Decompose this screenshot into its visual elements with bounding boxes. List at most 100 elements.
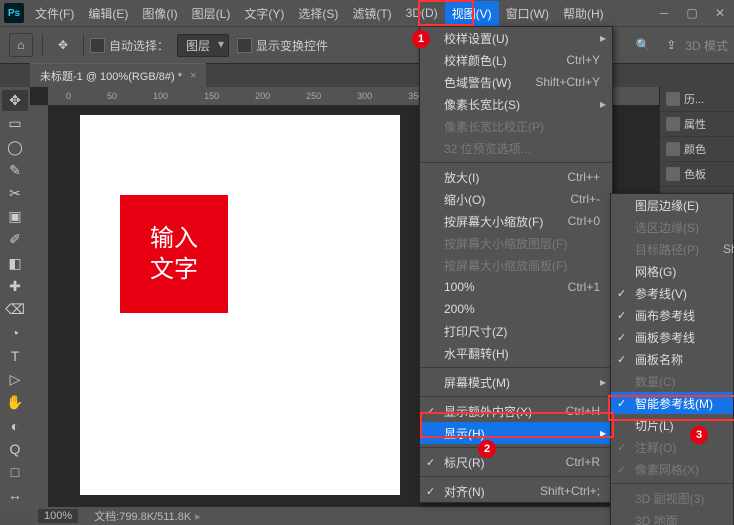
menu-item[interactable]: 200% — [420, 298, 612, 320]
menu-filter[interactable]: 滤镜(T) — [345, 1, 398, 26]
menu-select[interactable]: 选择(S) — [291, 1, 345, 26]
menu-item[interactable]: ✓显示额外内容(X)Ctrl+H — [420, 400, 612, 422]
show-submenu: 图层边缘(E)选区边缘(S)目标路径(P)Shift+网格(G)✓参考线(V)✓… — [610, 193, 734, 525]
history-icon — [666, 92, 680, 106]
panel-color[interactable]: 颜色 — [660, 137, 734, 162]
menu-item[interactable]: 屏幕模式(M) — [420, 371, 612, 393]
submenu-item[interactable]: ✓画板名称 — [611, 348, 733, 370]
submenu-item[interactable]: 切片(L) — [611, 414, 733, 436]
tool-wand[interactable]: ✎ — [2, 160, 28, 181]
menu-window[interactable]: 窗口(W) — [499, 1, 556, 26]
submenu-item[interactable]: ✓画板参考线 — [611, 326, 733, 348]
tool-screen[interactable]: □ — [2, 462, 28, 483]
menu-3d[interactable]: 3D(D) — [399, 2, 445, 24]
maximize-icon[interactable]: ▢ — [678, 0, 706, 26]
menu-item[interactable]: 校样设置(U) — [420, 27, 612, 49]
menu-item: 按屏幕大小缩放画板(F) — [420, 254, 612, 276]
properties-icon — [666, 117, 680, 131]
panel-properties[interactable]: 属性 — [660, 112, 734, 137]
tool-zoom[interactable]: ◐ — [2, 415, 28, 436]
menu-item[interactable]: 显示(H) — [420, 422, 612, 444]
zoom-level[interactable]: 100% — [38, 509, 78, 523]
home-icon[interactable]: ⌂ — [9, 33, 33, 57]
submenu-item[interactable]: ✓参考线(V) — [611, 282, 733, 304]
minimize-icon[interactable]: ─ — [650, 0, 678, 26]
ruler-vertical — [30, 105, 48, 507]
tool-heal[interactable]: ◧ — [2, 253, 28, 274]
show-transform-checkbox[interactable] — [237, 38, 252, 53]
menu-item: 按屏幕大小缩放图层(F) — [420, 232, 612, 254]
options-bar: ⌂ ✥ 自动选择： 图层 显示变换控件 🔍 ⇪ 3D 模式 — [0, 26, 734, 64]
menu-view[interactable]: 视图(V) — [445, 1, 499, 26]
menu-item[interactable]: ✓标尺(R)Ctrl+R — [420, 451, 612, 473]
close-tab-icon[interactable]: × — [190, 70, 196, 82]
menu-item[interactable]: 按屏幕大小缩放(F)Ctrl+0 — [420, 210, 612, 232]
auto-select-label: 自动选择： — [109, 37, 169, 54]
tool-path[interactable]: ▷ — [2, 369, 28, 390]
swatches-icon — [666, 167, 680, 181]
menu-item: 32 位预览选项... — [420, 137, 612, 159]
panel-history[interactable]: 历... — [660, 87, 734, 112]
toolbox: ✥ ▭ ◯ ✎ ✂ ▣ ✐ ◧ ✚ ⌫ ◔ T ▷ ✋ ◐ Q □ ↔ — [0, 87, 30, 507]
menu-item[interactable]: 水平翻转(H) — [420, 342, 612, 364]
submenu-item[interactable]: 网格(G) — [611, 260, 733, 282]
close-icon[interactable]: ✕ — [706, 0, 734, 26]
menu-item[interactable]: 校样颜色(L)Ctrl+Y — [420, 49, 612, 71]
search-icon[interactable]: 🔍 — [632, 34, 654, 56]
tool-eyedropper[interactable]: ✐ — [2, 229, 28, 250]
menu-item[interactable]: 打印尺寸(Z) — [420, 320, 612, 342]
submenu-item[interactable]: 图层边缘(E) — [611, 194, 733, 216]
tool-eraser[interactable]: ⌫ — [2, 299, 28, 320]
tool-frame[interactable]: ▣ — [2, 206, 28, 227]
mode-3d-label: 3D 模式 — [685, 37, 728, 54]
menu-file[interactable]: 文件(F) — [28, 1, 81, 26]
marker-2: 2 — [478, 440, 496, 458]
submenu-item: ✓像素网格(X) — [611, 458, 733, 480]
menu-item[interactable]: 像素长宽比(S) — [420, 93, 612, 115]
menu-type[interactable]: 文字(Y) — [237, 1, 291, 26]
marker-1: 1 — [412, 30, 430, 48]
tool-brush[interactable]: ✚ — [2, 276, 28, 297]
auto-select-target[interactable]: 图层 — [177, 34, 229, 57]
menu-image[interactable]: 图像(I) — [135, 1, 184, 26]
menu-item: 像素长宽比校正(P) — [420, 115, 612, 137]
tool-gradient[interactable]: ◔ — [2, 322, 28, 343]
menu-item[interactable]: 放大(I)Ctrl++ — [420, 166, 612, 188]
menubar: Ps 文件(F) 编辑(E) 图像(I) 图层(L) 文字(Y) 选择(S) 滤… — [0, 0, 734, 26]
marker-3: 3 — [690, 426, 708, 444]
tool-marquee[interactable]: ▭ — [2, 113, 28, 134]
chevron-right-icon[interactable]: ▸ — [195, 510, 201, 523]
tool-hand[interactable]: ✋ — [2, 392, 28, 413]
doc-tab[interactable]: 未标题-1 @ 100%(RGB/8#) * × — [30, 63, 206, 88]
submenu-item[interactable]: ✓画布参考线 — [611, 304, 733, 326]
canvas[interactable]: 输入 文字 — [80, 115, 400, 495]
doc-tab-title: 未标题-1 @ 100%(RGB/8#) * — [40, 68, 182, 84]
submenu-item: 数量(C) — [611, 370, 733, 392]
tool-lasso[interactable]: ◯ — [2, 136, 28, 157]
submenu-item[interactable]: ✓智能参考线(M) — [611, 392, 733, 414]
tool-type[interactable]: T — [2, 345, 28, 366]
show-transform-label: 显示变换控件 — [256, 37, 328, 54]
panel-swatches[interactable]: 色板 — [660, 162, 734, 187]
menu-item[interactable]: ✓对齐(N)Shift+Ctrl+; — [420, 480, 612, 502]
menu-item[interactable]: 色域警告(W)Shift+Ctrl+Y — [420, 71, 612, 93]
tool-move[interactable]: ✥ — [2, 90, 28, 111]
submenu-item: 3D 副视图(3) — [611, 487, 733, 509]
menu-help[interactable]: 帮助(H) — [556, 1, 611, 26]
color-icon — [666, 142, 680, 156]
menu-item[interactable]: 100%Ctrl+1 — [420, 276, 612, 298]
menu-item[interactable]: 缩小(O)Ctrl+- — [420, 188, 612, 210]
tool-crop[interactable]: ✂ — [2, 183, 28, 204]
menu-edit[interactable]: 编辑(E) — [81, 1, 135, 26]
submenu-item: ✓注释(O) — [611, 436, 733, 458]
auto-select-checkbox[interactable] — [90, 38, 105, 53]
menu-layer[interactable]: 图层(L) — [185, 1, 238, 26]
doc-size: 文档:799.8K/511.8K — [94, 508, 191, 524]
text-layer[interactable]: 输入 文字 — [120, 195, 228, 313]
tool-quickmask[interactable]: Q — [2, 438, 28, 459]
share-icon[interactable]: ⇪ — [660, 34, 682, 56]
window-controls: ─ ▢ ✕ — [650, 0, 734, 26]
tool-swap[interactable]: ↔ — [2, 485, 28, 506]
move-tool-icon[interactable]: ✥ — [52, 34, 74, 56]
submenu-item: 选区边缘(S) — [611, 216, 733, 238]
